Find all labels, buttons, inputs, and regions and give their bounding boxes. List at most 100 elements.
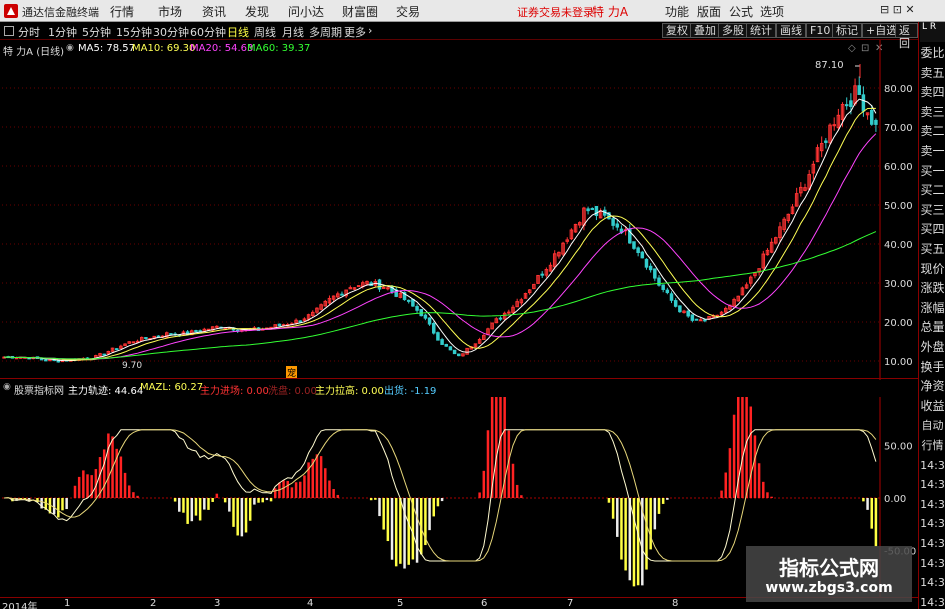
price-tick-label: 70.00 [884,123,913,134]
side-panel-item[interactable]: 外盘 [920,338,945,357]
histogram-bar [328,480,331,498]
histogram-bar [77,476,81,498]
side-panel-item[interactable]: 14:3 [920,554,945,573]
histogram-bar [253,498,256,505]
candle-body [703,319,707,322]
histogram-bar [194,498,198,516]
ma60-line [4,231,877,360]
indicator-lines [4,429,877,562]
candle-body [298,320,303,323]
candle-body [277,323,282,327]
candle-body [498,317,503,320]
side-panel-item[interactable]: 收益 [920,397,945,416]
side-panel-item[interactable]: 14:3 [920,495,945,514]
candle-body [615,223,620,228]
histogram-bar [265,498,269,501]
candle-body [406,299,411,302]
histogram-bar [315,454,319,498]
side-panel-item[interactable]: 买一 [920,162,945,181]
candle-body [440,339,444,345]
histogram-bar [73,485,77,498]
price-tick-label: 30.00 [884,279,913,290]
candle-body [640,251,645,259]
candle-body [457,353,461,357]
histogram-bar [757,463,761,498]
candlestick-chart[interactable]: 80.00 70.00 60.00 50.00 40.00 30.00 20.00 10.00 [0,0,918,380]
side-panel-item[interactable]: 委比 [920,44,945,63]
side-panel-item[interactable]: 涨跌 [920,279,945,298]
histogram-bar [382,498,385,530]
histogram-bar [862,498,865,502]
histogram-bar [511,463,515,498]
histogram-bar [628,498,632,581]
histogram-bar [290,487,294,498]
histogram-bar [636,498,640,586]
side-panel-item[interactable]: 14:3 [920,456,945,475]
candle-body [436,332,440,341]
side-panel-item[interactable]: 卖三 [920,103,945,122]
ma5-line [4,98,877,362]
histogram-bar [482,470,486,498]
side-panel-item[interactable]: 卖二 [920,122,945,141]
histogram-bar [273,488,277,498]
side-panel-item[interactable]: 换手 [920,358,945,377]
side-panel-item[interactable]: 自动 [920,416,945,435]
side-panel-item[interactable]: 总量 [920,318,945,337]
histogram-bar [649,498,652,550]
side-panel-item[interactable]: 卖五 [920,64,945,83]
histogram-bar [61,498,64,511]
price-tick-label: 10.00 [884,357,913,368]
histogram-bar [399,498,402,564]
indicator-settings-icon[interactable]: ◉ [3,382,11,392]
histogram-bar [661,498,665,504]
candle-body [661,284,665,290]
candle-body [653,268,657,279]
side-panel-item[interactable]: 买二 [920,181,945,200]
histogram-bar [86,474,89,498]
candle-body [686,310,690,317]
candle-body [114,348,119,351]
candle-body [44,359,48,362]
side-panel-item[interactable]: 买四 [920,220,945,239]
high-price-label: 87.10 [815,60,844,71]
candle-body [215,325,219,328]
histogram-bar [495,397,498,498]
candle-body [444,344,449,347]
date-label: 3 [214,598,221,609]
side-panel-item[interactable]: 14:3 [920,593,945,609]
candle-body [657,277,661,286]
histogram-bar [394,498,398,567]
price-tick-label: 20.00 [884,318,913,329]
side-panel-item[interactable]: 买三 [920,201,945,220]
side-panel-item[interactable]: 涨幅 [920,299,945,318]
histogram-bar [123,472,127,498]
side-panel-item[interactable]: 14:3 [920,573,945,592]
candle-body [861,94,866,112]
watermark-title: 指标公式网 [779,556,879,580]
side-panel-item[interactable]: 买五 [920,240,945,259]
date-label: 6 [481,598,488,609]
side-panel-item[interactable]: 卖四 [920,83,945,102]
histogram-bar [724,472,727,498]
candle-body [849,100,853,107]
candle-body [411,298,415,307]
side-panel-item[interactable]: 14:3 [920,514,945,533]
side-panel-item[interactable]: 净资 [920,377,945,396]
date-label: 4 [307,598,314,609]
candle-body [423,314,428,319]
side-panel-item[interactable]: 行情 [920,436,945,455]
side-panel-item[interactable]: 卖一 [920,142,945,161]
histogram-bar [870,498,873,529]
histogram-bar [257,498,260,503]
candle-body [874,119,878,125]
histogram-bar [728,448,732,498]
side-panel-item[interactable]: 现价 [920,260,945,279]
histogram-bar [324,468,327,498]
histogram-bar [866,498,869,510]
histogram-bar [520,495,523,498]
date-label: 2014年 [2,602,38,609]
side-panel-item[interactable]: 14:3 [920,534,945,553]
histogram-bar [132,492,135,498]
histogram-bar [65,498,68,510]
side-panel-item[interactable]: 14:3 [920,475,945,494]
